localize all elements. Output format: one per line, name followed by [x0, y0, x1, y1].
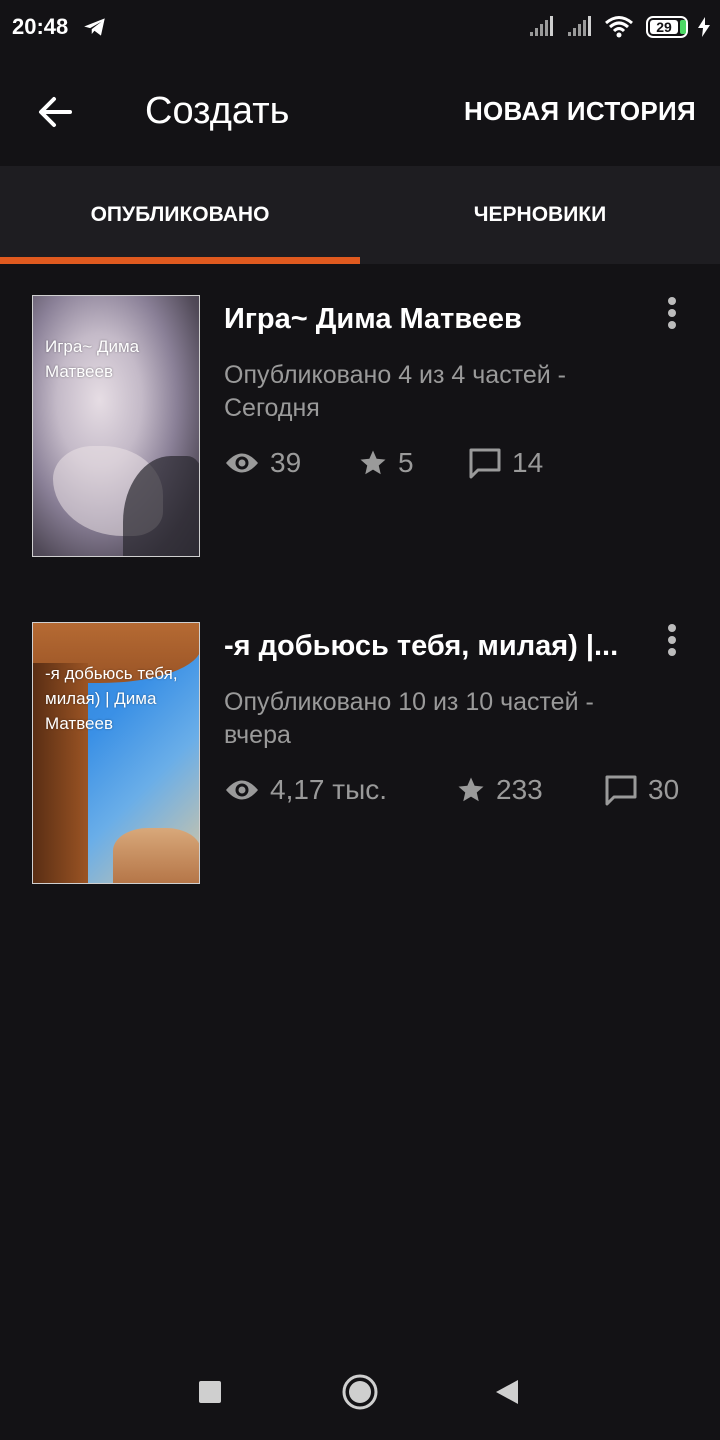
views-count: 4,17 тыс. — [270, 774, 388, 805]
comments-stat: 14 — [468, 443, 543, 483]
page-title: Создать — [145, 90, 290, 132]
battery-level: 29 — [656, 19, 672, 35]
status-time: 20:48 — [12, 14, 69, 39]
story-title[interactable]: -я добьюсь тебя, милая) |... — [224, 630, 644, 663]
story-card[interactable]: -я добьюсь тебя, милая) | Дима Матвеев -… — [0, 622, 720, 886]
more-options-icon[interactable] — [660, 295, 684, 335]
app-bar: Создать НОВАЯ ИСТОРИЯ — [0, 56, 720, 166]
more-options-icon[interactable] — [660, 622, 684, 662]
story-card[interactable]: Игра~ Дима Матвеев Игра~ Дима Матвеев Оп… — [0, 295, 720, 559]
views-count: 39 — [270, 447, 302, 478]
comments-stat: 30 — [604, 770, 679, 810]
story-stats: 4,17 тыс. 233 30 — [224, 770, 694, 810]
system-nav-bar — [0, 1340, 720, 1440]
story-meta: Опубликовано 4 из 4 частей - Сегодня — [224, 361, 567, 422]
star-icon — [458, 777, 484, 802]
story-cover-image[interactable]: -я добьюсь тебя, милая) | Дима Матвеев — [32, 622, 200, 884]
tab-published[interactable]: ОПУБЛИКОВАНО — [0, 166, 360, 264]
votes-count: 233 — [496, 774, 543, 805]
recents-icon[interactable] — [199, 1381, 221, 1403]
story-meta: Опубликовано 10 из 10 частей - вчера — [224, 688, 594, 749]
home-icon[interactable] — [341, 1373, 379, 1411]
votes-stat: 233 — [456, 770, 543, 810]
comments-count: 30 — [648, 774, 680, 805]
star-icon — [360, 450, 386, 475]
story-stats: 39 5 14 — [224, 443, 694, 483]
views-stat: 4,17 тыс. — [224, 770, 387, 810]
telegram-icon — [84, 18, 105, 36]
comment-icon — [469, 448, 501, 479]
signal-icon — [530, 16, 553, 36]
story-title[interactable]: Игра~ Дима Матвеев — [224, 303, 644, 336]
comments-count: 14 — [512, 447, 544, 478]
eye-icon — [226, 453, 258, 473]
signal-icon — [568, 16, 591, 36]
comment-icon — [605, 775, 637, 806]
eye-icon — [226, 780, 258, 800]
votes-stat: 5 — [358, 443, 414, 483]
status-bar: 20:48 29 — [0, 0, 720, 56]
charging-icon — [698, 17, 710, 37]
views-stat: 39 — [224, 443, 301, 483]
cover-text: Игра~ Дима Матвеев — [45, 337, 140, 381]
tab-indicator — [0, 257, 360, 264]
cover-text: -я добьюсь тебя, милая) | Дима Матвеев — [45, 664, 178, 733]
new-story-button[interactable]: НОВАЯ ИСТОРИЯ — [464, 96, 696, 127]
back-arrow-icon[interactable] — [30, 92, 82, 132]
tab-bar: ОПУБЛИКОВАНО ЧЕРНОВИКИ — [0, 166, 720, 264]
back-icon[interactable] — [494, 1378, 520, 1406]
votes-count: 5 — [398, 447, 414, 478]
story-cover-image[interactable]: Игра~ Дима Матвеев — [32, 295, 200, 557]
tab-drafts[interactable]: ЧЕРНОВИКИ — [360, 166, 720, 264]
wifi-icon — [605, 16, 633, 38]
battery-icon: 29 — [646, 16, 688, 38]
